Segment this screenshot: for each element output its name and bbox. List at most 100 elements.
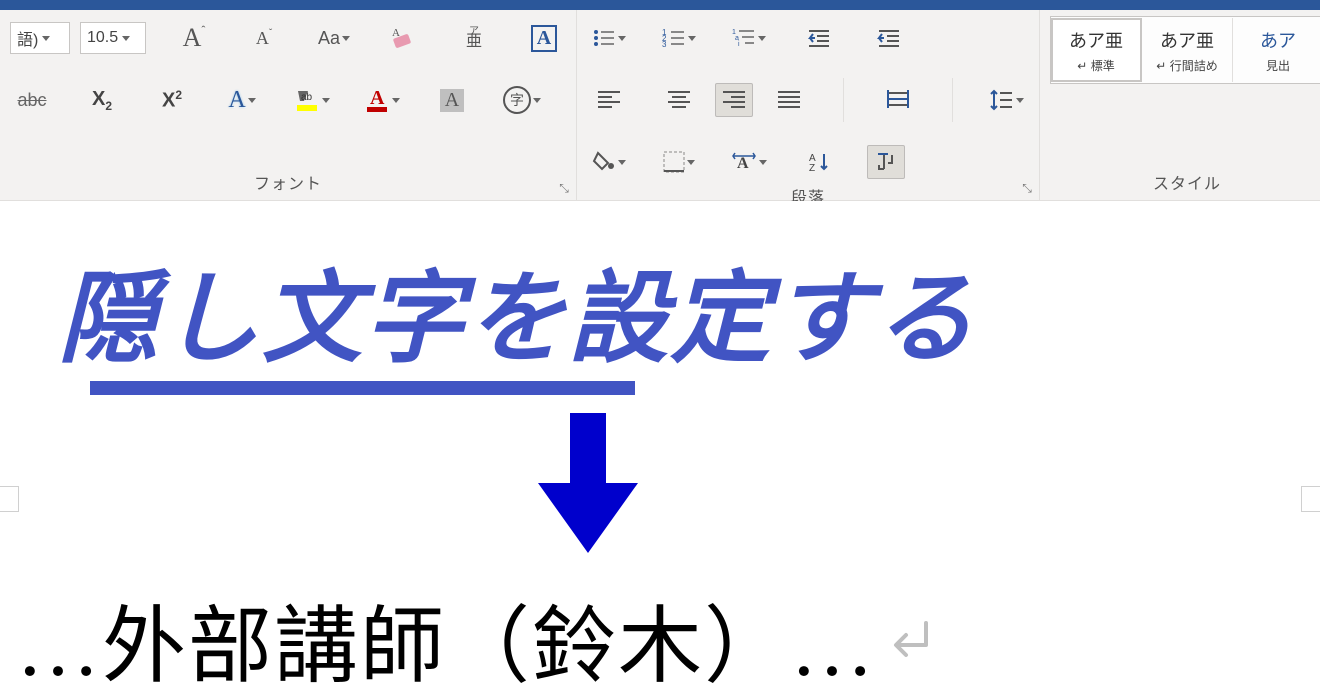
show-paragraph-marks-button[interactable] — [867, 145, 905, 179]
chevron-down-icon — [1016, 98, 1024, 103]
shading-button[interactable] — [587, 140, 631, 184]
svg-text:A: A — [392, 27, 400, 39]
enclose-characters-icon: 字 — [503, 86, 531, 114]
font-color-button[interactable]: A — [360, 78, 404, 122]
line-spacing-icon — [990, 89, 1014, 111]
down-arrow-icon — [528, 413, 648, 553]
pilcrow-icon — [876, 151, 896, 173]
text-effects-button[interactable]: A — [220, 78, 264, 122]
chevron-down-icon — [687, 160, 695, 165]
paragraph-group: 1 2 3 1 a i — [577, 10, 1040, 200]
paragraph-dialog-launcher[interactable]: ⤡ — [1019, 180, 1035, 196]
chevron-down-icon — [322, 98, 330, 103]
change-case-icon: Aa — [318, 28, 340, 49]
subscript-button[interactable]: X2 — [80, 78, 124, 122]
chevron-down-icon — [688, 36, 696, 41]
font-group-label: フォント — [10, 170, 566, 198]
align-center-icon — [668, 91, 690, 109]
style-item-heading[interactable]: あア 見出 — [1233, 18, 1320, 82]
font-size-value: 10.5 — [87, 29, 118, 47]
highlight-icon: ab — [294, 87, 320, 113]
highlight-button[interactable]: ab — [290, 78, 334, 122]
increase-indent-button[interactable] — [867, 16, 911, 60]
svg-text:ab: ab — [301, 92, 313, 103]
document-line[interactable]: …外部講師（鈴木）… — [16, 579, 936, 694]
chevron-down-icon — [122, 36, 130, 41]
decrease-indent-icon — [807, 28, 831, 48]
paragraph-mark-icon — [886, 615, 936, 665]
styles-group: あア亜 ↵ 標準 あア亜 ↵ 行間詰め あア 見出 スタイル — [1040, 10, 1320, 200]
justify-icon — [778, 91, 800, 109]
chevron-down-icon — [759, 160, 767, 165]
grow-font-icon: Aˆ — [183, 23, 206, 53]
distributed-button[interactable] — [876, 78, 920, 122]
ribbon: 語) 10.5 Aˆ Aˇ Aa — [0, 10, 1320, 201]
separator — [952, 78, 953, 122]
style-preview: あア — [1260, 27, 1296, 53]
svg-text:Z: Z — [809, 163, 815, 173]
phonetic-guide-icon: ア亜 — [466, 27, 482, 49]
chevron-down-icon — [392, 98, 400, 103]
align-right-button[interactable] — [715, 83, 753, 117]
ruler-right-margin-marker[interactable] — [1301, 486, 1320, 512]
eraser-icon: A — [390, 26, 418, 50]
superscript-button[interactable]: X2 — [150, 78, 194, 122]
style-name: ↵ 行間詰め — [1156, 57, 1217, 74]
superscript-icon: X2 — [162, 88, 182, 113]
style-item-no-spacing[interactable]: あア亜 ↵ 行間詰め — [1142, 18, 1233, 82]
svg-text:i: i — [738, 41, 740, 48]
styles-group-label: スタイル — [1050, 170, 1320, 198]
character-shading-icon: A — [440, 89, 464, 112]
font-name-combo[interactable]: 語) — [10, 22, 70, 54]
character-shading-button[interactable]: A — [430, 78, 474, 122]
document-area[interactable]: 隠し文字を設定する …外部講師（鈴木）… — [0, 201, 1320, 694]
font-group: 語) 10.5 Aˆ Aˇ Aa — [0, 10, 577, 200]
font-size-combo[interactable]: 10.5 — [80, 22, 146, 54]
overlay-underline — [90, 381, 635, 395]
document-line-text: …外部講師（鈴木）… — [16, 579, 876, 694]
ruler-left-margin-marker[interactable] — [0, 486, 19, 512]
sort-button[interactable]: A Z — [797, 140, 841, 184]
svg-text:A: A — [370, 87, 385, 109]
multilevel-list-button[interactable]: 1 a i — [727, 16, 771, 60]
distributed-icon — [887, 90, 909, 110]
character-border-icon: A — [531, 25, 557, 52]
align-center-button[interactable] — [657, 78, 701, 122]
character-spacing-button[interactable]: A — [727, 140, 771, 184]
style-item-normal[interactable]: あア亜 ↵ 標準 — [1051, 18, 1142, 82]
font-dialog-launcher[interactable]: ⤡ — [556, 180, 572, 196]
change-case-button[interactable]: Aa — [312, 16, 356, 60]
window-title-bar — [0, 0, 1320, 10]
character-border-button[interactable]: A — [522, 16, 566, 60]
bullets-icon — [592, 28, 616, 48]
chevron-down-icon — [758, 36, 766, 41]
style-name: 見出 — [1266, 57, 1290, 74]
align-left-button[interactable] — [587, 78, 631, 122]
enclose-characters-button[interactable]: 字 — [500, 78, 544, 122]
paint-bucket-icon — [592, 151, 616, 173]
separator — [843, 78, 844, 122]
svg-text:A: A — [737, 155, 749, 172]
dialog-launcher-icon: ⤡ — [1022, 181, 1032, 196]
decrease-indent-button[interactable] — [797, 16, 841, 60]
phonetic-guide-button[interactable]: ア亜 — [452, 16, 496, 60]
strikethrough-icon: abc — [17, 90, 46, 111]
subscript-icon: X2 — [92, 88, 112, 113]
numbering-button[interactable]: 1 2 3 — [657, 16, 701, 60]
styles-gallery[interactable]: あア亜 ↵ 標準 あア亜 ↵ 行間詰め あア 見出 — [1050, 16, 1320, 84]
grow-font-button[interactable]: Aˆ — [172, 16, 216, 60]
clear-formatting-button[interactable]: A — [382, 16, 426, 60]
text-effects-icon: A — [228, 87, 245, 114]
svg-text:3: 3 — [662, 40, 667, 48]
character-spacing-icon: A — [731, 152, 757, 172]
dialog-launcher-icon: ⤡ — [559, 181, 569, 196]
borders-button[interactable] — [657, 140, 701, 184]
chevron-down-icon — [618, 160, 626, 165]
shrink-font-button[interactable]: Aˇ — [242, 16, 286, 60]
strikethrough-button[interactable]: abc — [10, 78, 54, 122]
justify-button[interactable] — [767, 78, 811, 122]
font-color-icon: A — [364, 87, 390, 113]
bullets-button[interactable] — [587, 16, 631, 60]
sort-icon: A Z — [807, 151, 831, 173]
line-spacing-button[interactable] — [985, 78, 1029, 122]
